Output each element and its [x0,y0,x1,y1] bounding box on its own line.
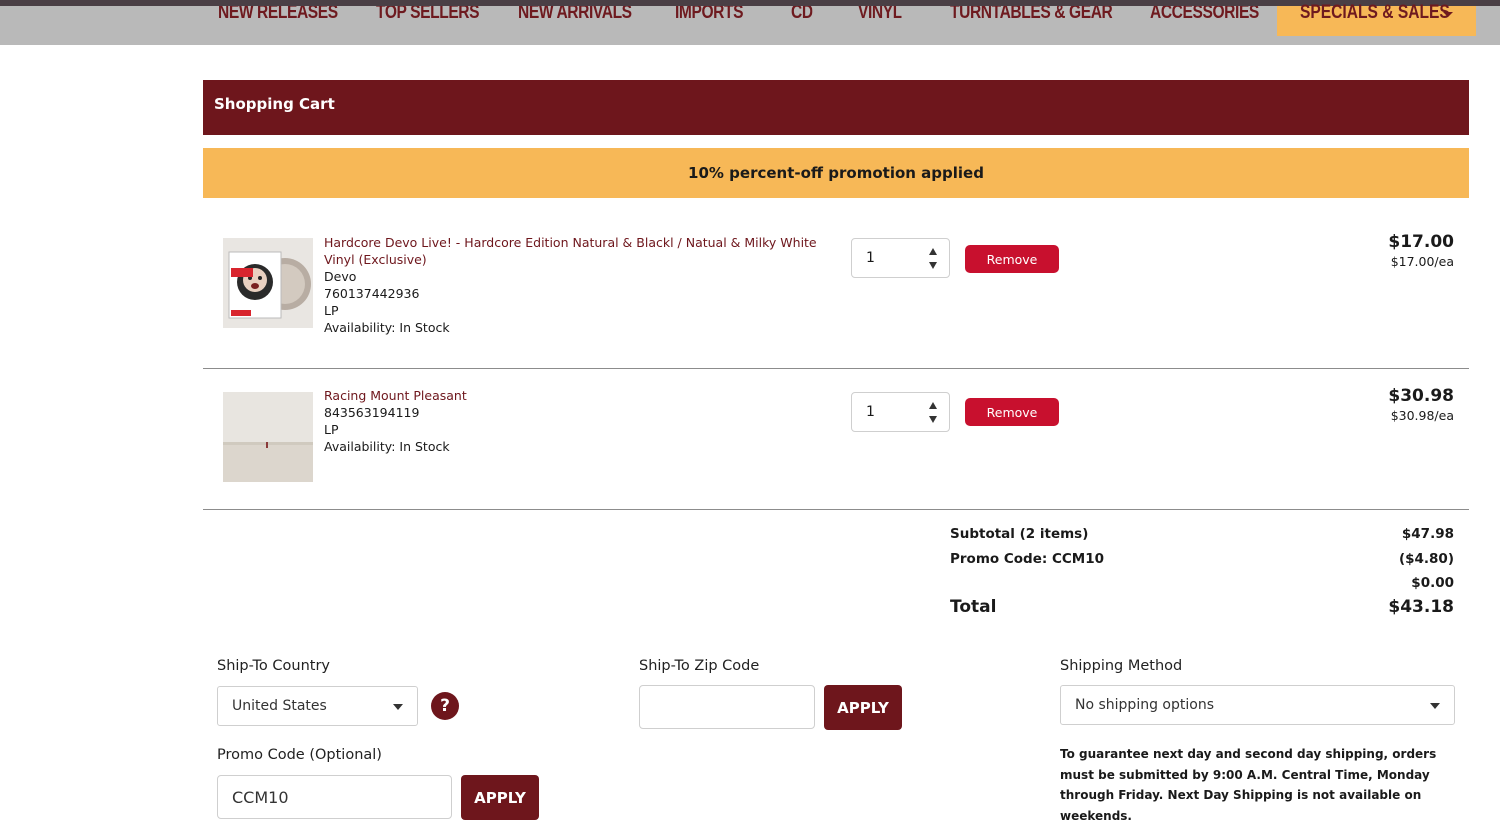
item-price: $17.00 $17.00/ea [1388,232,1454,269]
divider [203,509,1469,510]
quantity-stepper[interactable]: 1 [851,392,950,432]
item-format: LP [324,303,339,318]
promo-apply-button[interactable]: APPLY [461,775,539,820]
ship-zip-label: Ship-To Zip Code [639,658,760,674]
chevron-down-icon [393,704,403,710]
nav-turntables-gear[interactable]: TURNTABLES & GEAR [950,6,1112,32]
page-title: Shopping Cart [214,95,335,113]
product-image[interactable] [223,238,313,328]
nav-specials-label: SPECIALS & SALES [1300,2,1450,23]
promo-code-input[interactable] [217,775,452,819]
promo-code-field-label: Promo Code (Optional) [217,747,382,763]
quantity-value: 1 [866,250,875,266]
shipping-method-select[interactable]: No shipping options [1060,685,1455,725]
item-artist: Devo [324,269,357,284]
nav-new-releases[interactable]: NEW RELEASES [218,6,338,32]
item-format: LP [324,422,339,437]
ship-country-select[interactable]: United States [217,686,418,726]
quantity-stepper[interactable]: 1 [851,238,950,278]
divider [203,368,1469,369]
ship-country-label: Ship-To Country [217,658,331,674]
promo-code-label: Promo Code: CCM10 [950,551,1105,567]
nav-cd[interactable]: CD [791,6,813,32]
product-image[interactable] [223,392,313,482]
nav-new-arrivals[interactable]: NEW ARRIVALS [518,6,632,32]
subtotal-label: Subtotal (2 items) [950,526,1089,542]
nav-top-sellers[interactable]: TOP SELLERS [376,6,479,32]
total-label: Total [950,597,997,617]
item-total-price: $17.00 [1388,232,1454,252]
item-availability: Availability: In Stock [324,320,450,335]
ship-zip-input[interactable] [639,685,815,729]
item-name-link[interactable]: Hardcore Devo Live! - Hardcore Edition N… [324,234,824,268]
item-upc: 843563194119 [324,405,420,420]
item-price: $30.98 $30.98/ea [1388,386,1454,423]
chevron-down-icon [1430,703,1440,709]
item-unit-price: $30.98/ea [1390,408,1454,423]
remove-button[interactable]: Remove [965,245,1059,273]
shipping-method-value: No shipping options [1075,697,1214,713]
shipping-note: To guarantee next day and second day shi… [1060,747,1437,823]
decrement-icon[interactable] [929,416,937,423]
chevron-down-icon [1443,12,1453,17]
cart-header: Shopping Cart [203,80,1469,135]
item-availability: Availability: In Stock [324,439,450,454]
remove-button[interactable]: Remove [965,398,1059,426]
nav-imports[interactable]: IMPORTS [675,6,743,32]
nav-vinyl[interactable]: VINYL [858,6,902,32]
item-info: Racing Mount Pleasant 843563194119 LP Av… [324,387,824,455]
subtotal-value: $47.98 [1401,526,1454,542]
item-total-price: $30.98 [1388,386,1454,406]
promo-banner: 10% percent-off promotion applied [203,148,1469,198]
shipping-cost-value: $0.00 [1411,575,1454,591]
zip-apply-button[interactable]: APPLY [824,685,902,730]
promo-banner-text: 10% percent-off promotion applied [688,164,984,182]
item-upc: 760137442936 [324,286,420,301]
item-name-link[interactable]: Racing Mount Pleasant [324,387,824,404]
top-nav: NEW RELEASES TOP SELLERS NEW ARRIVALS IM… [0,0,1500,45]
ship-country-value: United States [232,698,327,714]
item-info: Hardcore Devo Live! - Hardcore Edition N… [324,234,824,336]
decrement-icon[interactable] [929,262,937,269]
total-value: $43.18 [1388,597,1454,617]
shipping-method-label: Shipping Method [1060,658,1183,674]
quantity-value: 1 [866,404,875,420]
item-unit-price: $17.00/ea [1390,254,1454,269]
increment-icon[interactable] [929,402,937,409]
increment-icon[interactable] [929,248,937,255]
help-icon[interactable]: ? [431,692,459,720]
nav-accessories[interactable]: ACCESSORIES [1150,6,1259,32]
nav-specials-sales[interactable]: SPECIALS & SALES [1277,2,1476,36]
promo-discount-value: ($4.80) [1398,551,1454,567]
